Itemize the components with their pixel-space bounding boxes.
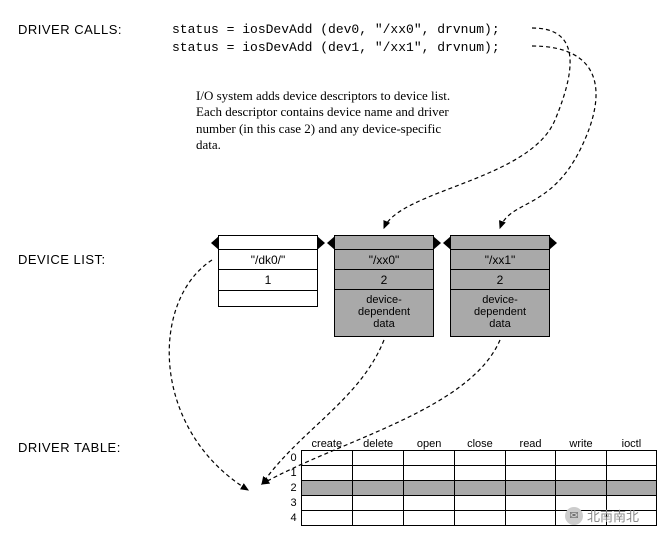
device-drvnum: 2	[335, 270, 433, 290]
table-row: 1	[252, 465, 657, 480]
col-header: create	[301, 432, 352, 450]
col-header: ioctl	[606, 432, 656, 450]
driver-table-header-row: create delete open close read write ioct…	[252, 432, 657, 450]
col-header: read	[505, 432, 555, 450]
code-line-2: status = iosDevAdd (dev1, "/xx1", drvnum…	[172, 40, 500, 55]
watermark: ✉ 北南南北	[565, 506, 639, 525]
code-line-1: status = iosDevAdd (dev0, "/xx0", drvnum…	[172, 22, 500, 37]
row-num: 1	[252, 465, 301, 480]
col-header: write	[556, 432, 607, 450]
watermark-text: 北南南北	[587, 506, 639, 525]
col-header: open	[404, 432, 455, 450]
description-text: I/O system adds device descriptors to de…	[196, 88, 456, 153]
label-driver-table: DRIVER TABLE:	[18, 440, 121, 455]
row-num: 3	[252, 495, 301, 510]
device-box-1: "/xx0" 2 device-dependentdata	[334, 235, 434, 337]
wechat-icon: ✉	[565, 507, 583, 525]
col-header: delete	[353, 432, 404, 450]
label-device-list: DEVICE LIST:	[18, 252, 106, 267]
device-name: "/xx0"	[335, 250, 433, 270]
device-box-2: "/xx1" 2 device-dependentdata	[450, 235, 550, 337]
table-row-highlighted: 2	[252, 480, 657, 495]
row-num: 2	[252, 480, 301, 495]
device-data: device-dependentdata	[335, 290, 433, 336]
table-row: 0	[252, 450, 657, 465]
device-box-0: "/dk0/" 1	[218, 235, 318, 307]
row-num: 4	[252, 510, 301, 525]
device-name: "/xx1"	[451, 250, 549, 270]
row-num: 0	[252, 450, 301, 465]
device-drvnum: 2	[451, 270, 549, 290]
label-driver-calls: DRIVER CALLS:	[18, 22, 122, 37]
device-data: device-dependentdata	[451, 290, 549, 336]
device-name: "/dk0/"	[219, 250, 317, 270]
col-header: close	[455, 432, 506, 450]
device-drvnum: 1	[219, 270, 317, 290]
